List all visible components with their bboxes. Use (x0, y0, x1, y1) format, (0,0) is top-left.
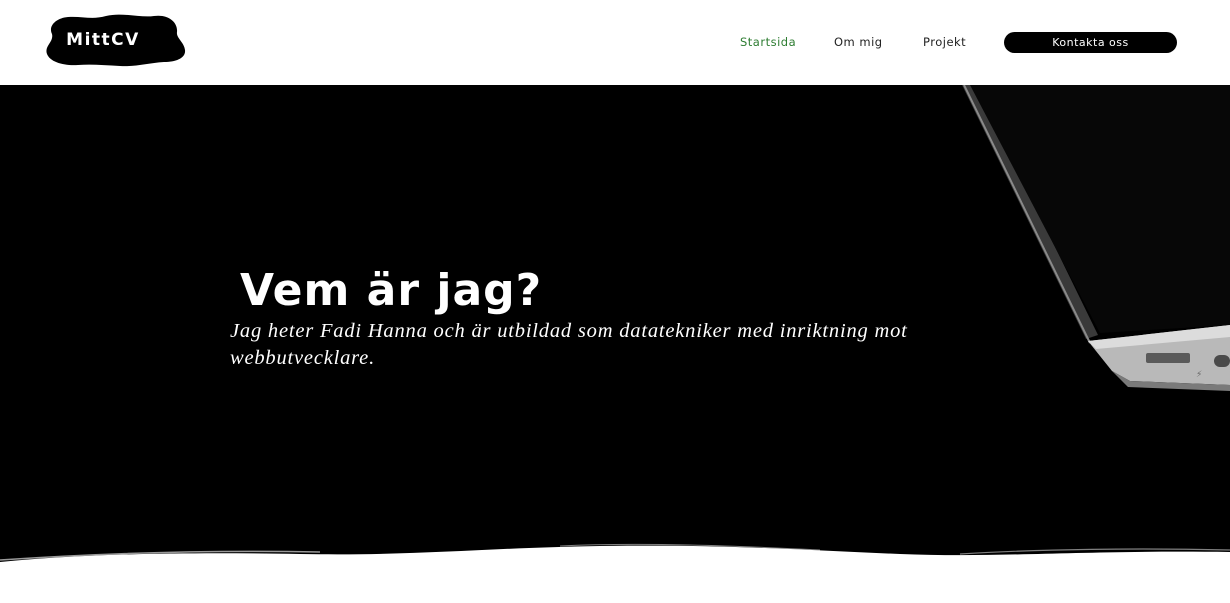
contact-button[interactable]: Kontakta oss (1004, 32, 1177, 53)
site-header: MittCV Startsida Om mig Projekt Kontakta… (0, 0, 1230, 85)
hero-title: Vem är jag? (240, 265, 543, 316)
hero-description: Jag heter Fadi Hanna och är utbildad som… (230, 320, 908, 369)
svg-text:⚡: ⚡ (1196, 370, 1202, 380)
nav-link-om-mig[interactable]: Om mig (834, 32, 883, 54)
hero-section: ⚡ Vem är jag? Jag heter Fadi Hanna och ä… (0, 85, 1230, 603)
page: MittCV Startsida Om mig Projekt Kontakta… (0, 0, 1230, 603)
wave-divider (0, 543, 1230, 603)
nav-link-projekt[interactable]: Projekt (923, 32, 966, 54)
nav-link-startsida[interactable]: Startsida (740, 32, 796, 54)
